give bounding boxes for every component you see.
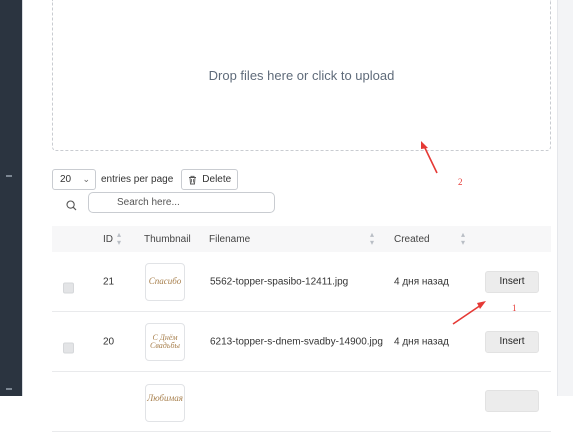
thumbnail-image-text: Спасибо <box>148 276 182 286</box>
row-checkbox[interactable] <box>63 342 74 353</box>
upload-dropzone[interactable]: Drop files here or click to upload <box>52 0 551 151</box>
sort-icon: ▴ ▾ <box>117 230 122 247</box>
trash-icon <box>188 175 197 185</box>
row-created: 4 дня назад <box>394 276 449 287</box>
row-thumbnail[interactable]: Спасибо <box>145 262 185 301</box>
table-toolbar: 20 ⌄ entries per page Delete <box>52 169 239 190</box>
row-thumbnail[interactable]: Любимая <box>145 384 185 422</box>
column-header-id[interactable]: ID ▴ ▾ <box>103 231 121 247</box>
column-header-thumbnail: Thumbnail <box>144 234 191 245</box>
page-size-select[interactable]: 20 ⌄ <box>52 169 96 190</box>
table-row: 20 С Днём Свадьбы 6213-topper-s-dnem-sva… <box>52 312 551 372</box>
table-row: 21 Спасибо 5562-topper-spasibo-12411.jpg… <box>52 252 551 312</box>
app-sidebar <box>0 0 22 396</box>
search-bar: Search here... <box>60 192 275 216</box>
column-header-created[interactable]: Created <box>394 234 430 245</box>
row-checkbox[interactable] <box>63 282 74 293</box>
row-thumbnail[interactable]: С Днём Свадьбы <box>145 322 185 361</box>
table-row: Любимая <box>52 372 551 432</box>
chevron-down-icon: ⌄ <box>82 174 90 184</box>
row-id: 20 <box>103 336 115 347</box>
row-id: 21 <box>103 276 115 287</box>
row-filename: 6213-topper-s-dnem-svadby-14900.jpg <box>210 336 383 347</box>
entries-per-page-label: entries per page <box>101 174 174 185</box>
table-header: ID ▴ ▾ Thumbnail Filename ▴ ▾ Created ▴ ▾ <box>52 226 551 252</box>
annotation-label-1: 1 <box>512 303 517 313</box>
thumbnail-image-text: С Днём Свадьбы <box>150 332 180 350</box>
search-input[interactable]: Search here... <box>88 192 275 213</box>
sort-icon[interactable]: ▴ ▾ <box>370 231 374 247</box>
sort-icon[interactable]: ▴ ▾ <box>461 231 465 247</box>
insert-button[interactable]: Insert <box>485 330 539 353</box>
row-created: 4 дня назад <box>394 336 449 347</box>
thumbnail-image-text: Любимая <box>147 392 183 403</box>
column-header-filename[interactable]: Filename <box>209 234 250 245</box>
scrollbar-track[interactable] <box>557 0 573 396</box>
insert-button[interactable]: Insert <box>485 270 539 293</box>
search-icon <box>60 194 82 216</box>
column-header-created-label: Created <box>394 233 430 245</box>
column-header-thumbnail-label: Thumbnail <box>144 233 191 245</box>
panel-edge <box>22 0 36 396</box>
row-filename: 5562-topper-spasibo-12411.jpg <box>210 276 349 287</box>
dropzone-text: Drop files here or click to upload <box>208 67 395 83</box>
delete-button[interactable]: Delete <box>181 169 239 190</box>
sidebar-marker <box>6 175 12 177</box>
delete-label: Delete <box>202 174 232 185</box>
insert-button[interactable] <box>485 390 539 412</box>
column-header-id-label: ID <box>103 233 113 245</box>
sidebar-marker <box>6 388 12 390</box>
page-size-value: 20 <box>60 174 72 185</box>
column-header-filename-label: Filename <box>209 233 251 245</box>
annotation-label-2: 2 <box>458 177 463 187</box>
